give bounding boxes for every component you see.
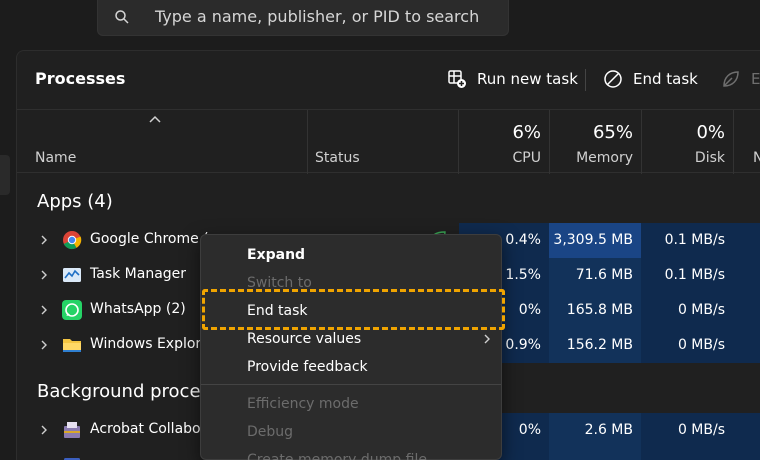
- memory-cell: [549, 448, 641, 460]
- process-name: Google Chrome (: [90, 231, 209, 247]
- column-status[interactable]: Status: [315, 150, 360, 166]
- end-task-icon: [604, 70, 622, 88]
- run-new-task-label: Run new task: [477, 70, 578, 88]
- menu-item-resource-values[interactable]: Resource values: [247, 331, 361, 347]
- whatsapp-icon: [62, 300, 82, 320]
- memory-cell: 3,309.5 MB: [549, 223, 641, 258]
- network-cell: [733, 258, 760, 293]
- column-header: Name Status 6% CPU 65% Memory 0% Disk N: [17, 109, 760, 174]
- memory-cell: 156.2 MB: [549, 328, 641, 363]
- task-manager-icon: [63, 268, 81, 282]
- menu-divider: [201, 384, 501, 385]
- sort-ascending-icon[interactable]: [149, 114, 161, 124]
- network-cell: [733, 223, 760, 258]
- network-cell: [733, 328, 760, 363]
- chevron-right-icon[interactable]: [39, 305, 49, 315]
- page-title: Processes: [35, 69, 126, 88]
- toolbar-divider: [585, 69, 586, 91]
- disk-cell: 0.1 MB/s: [641, 223, 733, 258]
- process-name: Windows Explore: [90, 336, 210, 352]
- column-disk-percent[interactable]: 0%: [641, 122, 725, 143]
- column-memory[interactable]: Memory: [549, 150, 633, 166]
- chevron-right-icon[interactable]: [39, 425, 49, 435]
- nav-strip: [0, 50, 16, 460]
- network-cell: [733, 293, 760, 328]
- chevron-right-icon[interactable]: [39, 235, 49, 245]
- column-disk[interactable]: Disk: [641, 150, 725, 166]
- highlight-annotation: [202, 289, 505, 330]
- disk-cell: 0 MB/s: [641, 413, 733, 448]
- efficiency-mode-button[interactable]: Ef: [721, 61, 760, 97]
- menu-item-expand[interactable]: Expand: [247, 247, 305, 263]
- group-background[interactable]: Background proces: [37, 381, 210, 402]
- acrobat-icon: [64, 422, 80, 438]
- menu-item-create-dump[interactable]: Create memory dump file: [247, 452, 427, 460]
- search-box[interactable]: Type a name, publisher, or PID to search: [97, 0, 509, 36]
- column-cpu-percent[interactable]: 6%: [459, 122, 541, 143]
- run-new-task-button[interactable]: Run new task: [447, 61, 578, 97]
- column-name[interactable]: Name: [35, 150, 76, 166]
- top-bar: Type a name, publisher, or PID to search: [0, 0, 760, 50]
- end-task-label: End task: [633, 70, 698, 88]
- nav-selected-marker[interactable]: [0, 155, 10, 195]
- memory-cell: 165.8 MB: [549, 293, 641, 328]
- column-divider[interactable]: [307, 110, 308, 174]
- chevron-right-icon[interactable]: [39, 340, 49, 350]
- search-placeholder: Type a name, publisher, or PID to search: [155, 7, 480, 26]
- disk-cell: 0 MB/s: [641, 328, 733, 363]
- menu-item-efficiency-mode[interactable]: Efficiency mode: [247, 396, 359, 412]
- disk-cell: [641, 448, 733, 460]
- end-task-button[interactable]: End task: [603, 61, 698, 97]
- network-cell: [733, 413, 760, 448]
- column-memory-percent[interactable]: 65%: [549, 122, 633, 143]
- folder-icon: [63, 339, 81, 352]
- network-cell: [733, 448, 760, 460]
- process-name: Acrobat Collabo: [90, 421, 201, 437]
- column-network[interactable]: N: [733, 150, 760, 166]
- memory-cell: 71.6 MB: [549, 258, 641, 293]
- group-apps[interactable]: Apps (4): [37, 191, 113, 212]
- run-task-icon: [448, 70, 466, 88]
- disk-cell: 0.1 MB/s: [641, 258, 733, 293]
- column-cpu[interactable]: CPU: [459, 150, 541, 166]
- efficiency-mode-label: Ef: [751, 70, 760, 88]
- menu-item-provide-feedback[interactable]: Provide feedback: [247, 359, 368, 375]
- disk-cell: 0 MB/s: [641, 293, 733, 328]
- menu-item-debug[interactable]: Debug: [247, 424, 293, 440]
- search-icon: [115, 10, 129, 24]
- memory-cell: 2.6 MB: [549, 413, 641, 448]
- leaf-icon: [723, 71, 739, 87]
- process-name: Task Manager: [90, 266, 187, 282]
- process-name: WhatsApp (2): [90, 301, 186, 317]
- chrome-icon: [63, 231, 82, 250]
- submenu-chevron-icon: [484, 334, 490, 344]
- app-icon: [64, 458, 80, 460]
- context-menu: Expand Switch to End task Resource value…: [200, 234, 502, 460]
- chevron-right-icon[interactable]: [39, 270, 49, 280]
